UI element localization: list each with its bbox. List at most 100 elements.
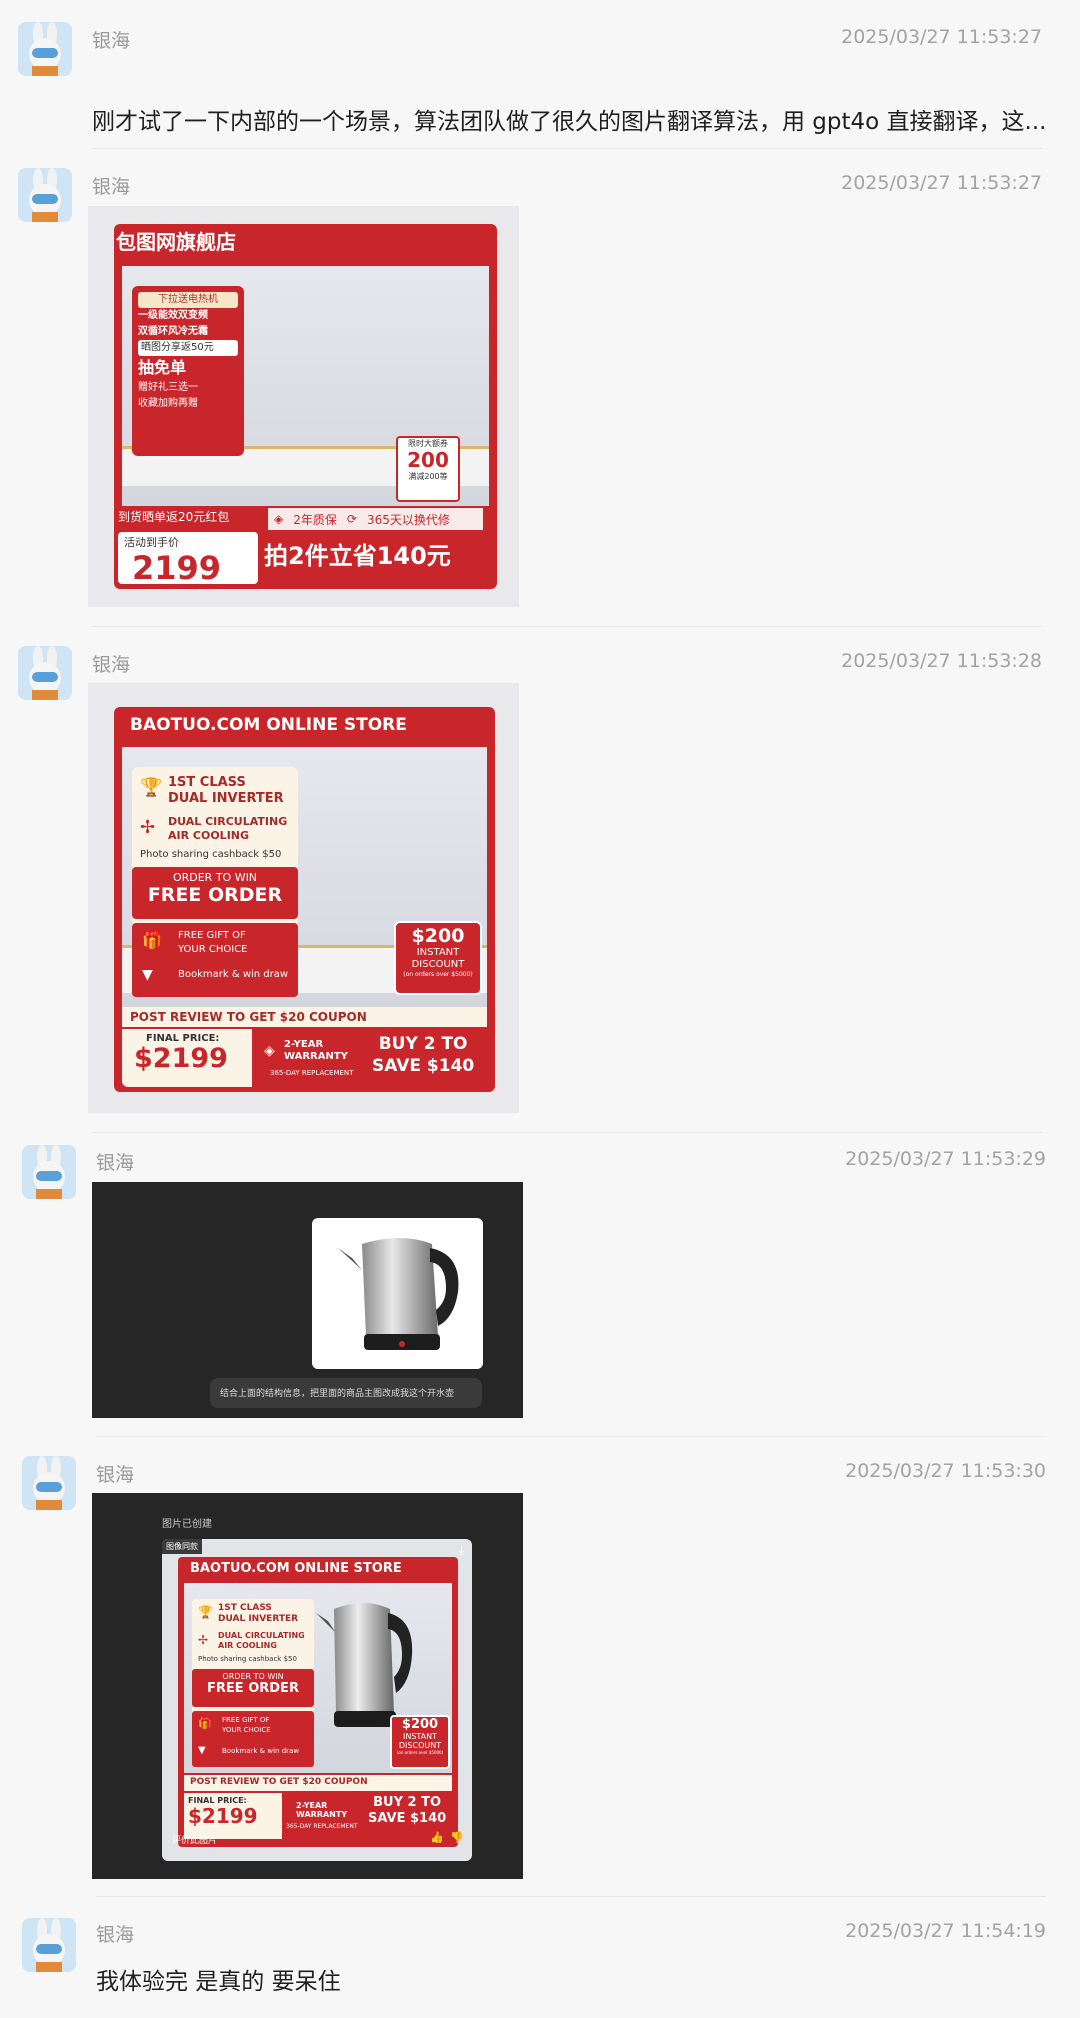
cooling-line-1: DUAL CIRCULATING bbox=[168, 815, 288, 828]
message-text[interactable]: 刚才试了一下内部的一个场景，算法团队做了很久的图片翻译算法，用 gpt4o 直接… bbox=[92, 102, 1046, 136]
discount-note: (on orders over $5000) bbox=[396, 1750, 444, 1755]
divider bbox=[92, 626, 1042, 627]
free-order: 抽免单 bbox=[138, 358, 187, 377]
order-to-win: ORDER TO WIN bbox=[222, 1672, 284, 1681]
discount-badge: $200 INSTANT DISCOUNT (on orders over $5… bbox=[394, 921, 482, 995]
gift-icon: 🎁 bbox=[142, 931, 162, 950]
avatar[interactable] bbox=[18, 22, 72, 76]
deal-line-2: SAVE $140 bbox=[368, 1811, 447, 1826]
promo-image-english[interactable]: BAOTUO.COM ONLINE STORE 🏆 1ST CLASS DUAL… bbox=[88, 683, 519, 1113]
result-image[interactable]: 图像同款 ⤓ BAOTUO.COM ONLINE STORE 🏆 1ST CLA… bbox=[162, 1539, 472, 1861]
cooling-line-2: AIR COOLING bbox=[168, 829, 250, 842]
tag: 下拉送电热机 bbox=[138, 292, 238, 308]
warranty: 2年质保 bbox=[293, 512, 337, 527]
rabbit-avatar-icon bbox=[22, 1918, 76, 1972]
discount-value: $200 bbox=[411, 925, 465, 947]
discount-line-2: DISCOUNT bbox=[411, 959, 465, 970]
generated-result-screenshot[interactable]: 图片已创建 图像同款 ⤓ BAOTUO.COM ONLINE STORE 🏆 1… bbox=[92, 1493, 523, 1879]
class-line-1: 1ST CLASS bbox=[168, 775, 246, 790]
discount-note: (on orders over $5000) bbox=[403, 971, 473, 978]
bookmark-text: Bookmark & win draw bbox=[222, 1747, 300, 1755]
share-cashback: 晒图分享返50元 bbox=[138, 340, 238, 356]
feature-2: 双循环风冷无霜 bbox=[138, 326, 208, 337]
final-price-box: FINAL PRICE: $2199 bbox=[122, 1029, 252, 1087]
class-line-1: 1ST CLASS bbox=[218, 1603, 272, 1613]
shield-icon: ◈ bbox=[274, 512, 284, 526]
gift-line-2: YOUR CHOICE bbox=[222, 1726, 271, 1734]
deal-line-2: SAVE $140 bbox=[372, 1056, 475, 1076]
timestamp: 2025/03/27 11:53:30 bbox=[845, 1460, 1046, 1482]
gift-line-2: YOUR CHOICE bbox=[178, 944, 248, 955]
rabbit-avatar-icon bbox=[18, 168, 72, 222]
sender-name: 银海 bbox=[96, 1924, 135, 1946]
discount-value: $200 bbox=[401, 1717, 439, 1732]
price-box: 活动到手价 2199 bbox=[118, 532, 258, 584]
store-name: 包图网旗舰店 bbox=[116, 230, 236, 254]
review-coupon: POST REVIEW TO GET $20 COUPON bbox=[122, 1007, 487, 1027]
warranty-line-2: WARRANTY bbox=[284, 1051, 348, 1062]
bookmark-icon: ▼ bbox=[142, 967, 153, 983]
coupon-badge: 限时大额券 200 满减200等 bbox=[396, 436, 460, 502]
promo-image-chinese[interactable]: 包图网旗舰店 下拉送电热机 一级能效双变频 双循环风冷无霜 晒图分享返50元 抽… bbox=[88, 206, 519, 607]
avatar[interactable] bbox=[22, 1918, 76, 1972]
final-price: $2199 bbox=[188, 1804, 258, 1828]
free-order-banner: ORDER TO WIN FREE ORDER bbox=[132, 867, 298, 919]
feature-panel: 🏆 1ST CLASS DUAL INVERTER ✢ DUAL CIRCULA… bbox=[192, 1599, 314, 1767]
bookmark-icon: ▼ bbox=[198, 1745, 206, 1756]
final-price: $2199 bbox=[134, 1043, 228, 1074]
thumbs-up-icon[interactable]: 👍 bbox=[430, 1831, 444, 1844]
sender-name: 银海 bbox=[92, 30, 131, 52]
store-name: BAOTUO.COM ONLINE STORE bbox=[190, 1561, 402, 1576]
fan-icon: ✢ bbox=[198, 1633, 209, 1647]
message-text[interactable]: 我体验完 是真的 要呆住 bbox=[96, 1962, 341, 1996]
class-line-2: DUAL INVERTER bbox=[168, 791, 284, 806]
sender-name: 银海 bbox=[92, 176, 131, 198]
discount-line-1: INSTANT bbox=[402, 1732, 438, 1741]
warranty-line-2: WARRANTY bbox=[296, 1810, 348, 1819]
divider bbox=[96, 1436, 1046, 1437]
gift-icon: 🎁 bbox=[198, 1717, 212, 1730]
replacement: 365-DAY REPLACEMENT bbox=[270, 1069, 354, 1077]
free-order: FREE ORDER bbox=[147, 884, 283, 906]
timestamp: 2025/03/27 11:53:28 bbox=[841, 650, 1042, 672]
trophy-icon: 🏆 bbox=[140, 777, 163, 798]
bookmark: 收藏加购再赠 bbox=[138, 398, 198, 409]
divider bbox=[96, 1896, 1046, 1897]
avatar[interactable] bbox=[22, 1145, 76, 1199]
discount-line-2: DISCOUNT bbox=[398, 1741, 442, 1750]
kettle-icon bbox=[338, 1238, 459, 1350]
gift-box: 🎁 FREE GIFT OF YOUR CHOICE ▼ Bookmark & … bbox=[132, 923, 298, 997]
download-icon[interactable]: ⤓ bbox=[459, 1543, 464, 1558]
avatar[interactable] bbox=[18, 168, 72, 222]
image-created-label: 图片已创建 bbox=[162, 1519, 212, 1530]
kettle-photo bbox=[312, 1218, 483, 1369]
cooling-line-1: DUAL CIRCULATING bbox=[218, 1631, 305, 1640]
rate-image-label: 评价此图片 bbox=[172, 1836, 218, 1846]
final-label: FINAL PRICE: bbox=[146, 1033, 220, 1044]
coupon-sub: 满减200等 bbox=[408, 472, 448, 481]
avatar[interactable] bbox=[18, 646, 72, 700]
replacement: 365天以换代修 bbox=[366, 512, 450, 527]
thumbs-down-icon[interactable]: 👎 bbox=[450, 1831, 464, 1844]
sender-name: 银海 bbox=[96, 1152, 135, 1174]
discount-line-1: INSTANT bbox=[416, 947, 460, 958]
feature-1: 一级能效双变频 bbox=[138, 310, 208, 321]
share-cashback: Photo sharing cashback $50 bbox=[198, 1655, 297, 1663]
bookmark-text: Bookmark & win draw bbox=[178, 969, 289, 980]
rabbit-avatar-icon bbox=[22, 1145, 76, 1199]
order-to-win: ORDER TO WIN bbox=[172, 871, 258, 884]
discount-badge: $200 INSTANT DISCOUNT (on orders over $5… bbox=[390, 1715, 450, 1769]
divider bbox=[92, 1132, 1042, 1133]
warranty-line-1: 2-YEAR bbox=[284, 1039, 324, 1050]
replacement: 365-DAY REPLACEMENT bbox=[286, 1823, 358, 1830]
cooling-line-2: AIR COOLING bbox=[218, 1641, 277, 1650]
trophy-icon: 🏆 bbox=[198, 1605, 213, 1619]
free-order: FREE ORDER bbox=[207, 1681, 299, 1696]
gift: 赠好礼三选一 bbox=[138, 382, 198, 393]
kettle-screenshot[interactable]: 结合上面的结构信息，把里面的商品主图改成我这个开水壶 bbox=[92, 1182, 523, 1418]
avatar[interactable] bbox=[22, 1456, 76, 1510]
timestamp: 2025/03/27 11:53:29 bbox=[845, 1148, 1046, 1170]
feature-panel: 🏆 1ST CLASS DUAL INVERTER ✢ DUAL CIRCULA… bbox=[132, 767, 298, 997]
share-cashback: Photo sharing cashback $50 bbox=[140, 849, 282, 860]
deal-text: 拍2件立省140元 bbox=[264, 542, 451, 570]
